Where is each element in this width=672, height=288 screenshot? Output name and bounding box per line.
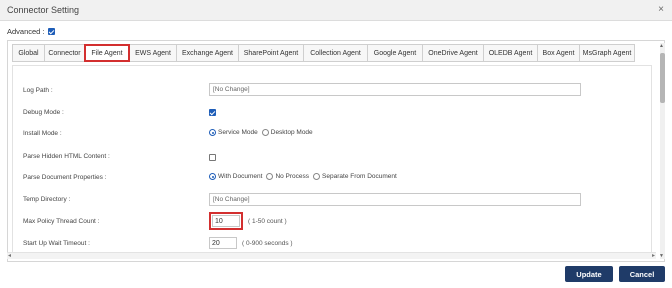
- parse-doc-props-separate[interactable]: Separate From Document: [313, 173, 397, 180]
- arrow-up-icon[interactable]: ▲: [659, 43, 664, 49]
- advanced-toggle[interactable]: Advanced :: [7, 27, 55, 36]
- agent-tabs: Global Connector File Agent EWS Agent Ex…: [12, 44, 635, 62]
- temp-directory-input[interactable]: [No Change]: [209, 193, 581, 206]
- install-mode-service[interactable]: Service Mode: [209, 129, 258, 136]
- scrollbar-thumb[interactable]: [660, 53, 665, 103]
- cancel-button[interactable]: Cancel: [619, 266, 665, 282]
- arrow-right-icon[interactable]: ▸: [652, 252, 655, 259]
- max-policy-thread-label: Max Policy Thread Count :: [23, 218, 100, 225]
- tab-onedrive-agent[interactable]: OneDrive Agent: [422, 44, 483, 62]
- startup-wait-label: Start Up Wait Timeout :: [23, 240, 90, 247]
- horizontal-scrollbar[interactable]: ◂ ▸: [7, 252, 656, 259]
- tab-exchange-agent[interactable]: Exchange Agent: [176, 44, 238, 62]
- install-mode-desktop[interactable]: Desktop Mode: [261, 129, 313, 136]
- parse-hidden-html-label: Parse Hidden HTML Content :: [23, 153, 110, 160]
- tab-collection-agent[interactable]: Collection Agent: [303, 44, 367, 62]
- radio-selected[interactable]: [209, 173, 216, 180]
- tab-google-agent[interactable]: Google Agent: [367, 44, 422, 62]
- parse-doc-props-radio-group: With Document No Process Separate From D…: [209, 173, 401, 180]
- parse-doc-props-no-process[interactable]: No Process: [266, 173, 309, 180]
- tab-connector[interactable]: Connector: [44, 44, 84, 62]
- radio-unselected[interactable]: [261, 129, 269, 136]
- file-agent-settings: Log Path : [No Change] Debug Mode : Inst…: [12, 65, 652, 257]
- log-path-input[interactable]: [No Change]: [209, 83, 581, 96]
- tab-oledb-agent[interactable]: OLEDB Agent: [483, 44, 537, 62]
- install-mode-option-label: Service Mode: [218, 129, 258, 136]
- startup-wait-hint: ( 0-900 seconds ): [242, 239, 293, 247]
- install-mode-radio-group: Service Mode Desktop Mode: [209, 129, 317, 136]
- debug-mode-checkbox[interactable]: [209, 109, 216, 116]
- highlight-box: 10: [209, 212, 243, 230]
- settings-panel: Global Connector File Agent EWS Agent Ex…: [7, 40, 665, 262]
- tab-sharepoint-agent[interactable]: SharePoint Agent: [238, 44, 303, 62]
- tab-box-agent[interactable]: Box Agent: [537, 44, 579, 62]
- parse-doc-props-label: Parse Document Properties :: [23, 174, 107, 181]
- arrow-left-icon[interactable]: ◂: [8, 252, 11, 259]
- dialog-title: Connector Setting: [7, 5, 80, 15]
- close-icon[interactable]: ×: [658, 4, 664, 15]
- temp-directory-label: Temp Directory :: [23, 196, 71, 203]
- log-path-label: Log Path :: [23, 87, 53, 94]
- radio-unselected[interactable]: [313, 173, 321, 180]
- parse-doc-props-option-label: With Document: [218, 173, 263, 180]
- vertical-scrollbar[interactable]: ▲ ▼: [659, 43, 665, 259]
- radio-unselected[interactable]: [266, 173, 274, 180]
- max-policy-thread-input[interactable]: 10: [212, 215, 240, 227]
- parse-doc-props-option-label: Separate From Document: [322, 173, 397, 180]
- parse-doc-props-with-document[interactable]: With Document: [209, 173, 262, 180]
- tab-global[interactable]: Global: [12, 44, 44, 62]
- tab-msgraph-agent[interactable]: MsGraph Agent: [579, 44, 635, 62]
- radio-selected[interactable]: [209, 129, 216, 136]
- tab-ews-agent[interactable]: EWS Agent: [130, 44, 176, 62]
- install-mode-option-label: Desktop Mode: [270, 129, 313, 136]
- tab-file-agent[interactable]: File Agent: [84, 44, 130, 62]
- parse-hidden-html-checkbox[interactable]: [209, 154, 216, 161]
- startup-wait-input[interactable]: 20: [209, 237, 237, 249]
- install-mode-label: Install Mode :: [23, 130, 62, 137]
- parse-doc-props-option-label: No Process: [275, 173, 310, 180]
- arrow-down-icon[interactable]: ▼: [659, 253, 664, 259]
- advanced-checkbox[interactable]: [47, 28, 55, 35]
- debug-mode-label: Debug Mode :: [23, 109, 64, 116]
- dialog-titlebar: Connector Setting ×: [0, 0, 672, 21]
- update-button[interactable]: Update: [565, 266, 613, 282]
- advanced-label: Advanced :: [7, 27, 45, 36]
- max-policy-thread-hint: ( 1-50 count ): [248, 217, 287, 225]
